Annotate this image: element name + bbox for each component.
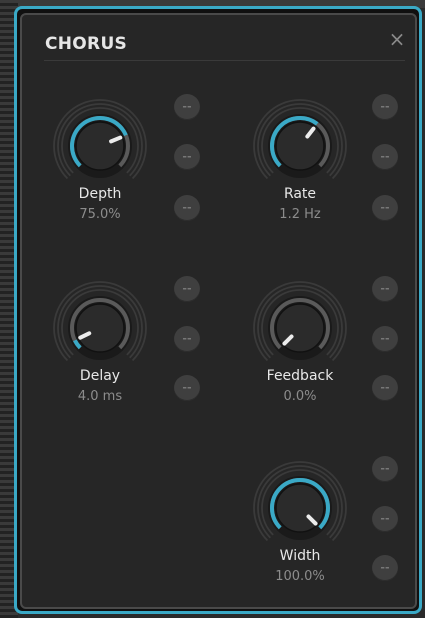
width-knob[interactable] [252,460,348,556]
rate-mod-slot-2[interactable]: -- [372,144,398,170]
width-value: 100.0% [275,569,325,584]
rate-mod-slot-1[interactable]: -- [372,94,398,120]
feedback-knob-graphic [253,281,347,362]
rate-label: Rate [283,186,317,202]
close-icon[interactable]: × [387,27,407,51]
rate-knob[interactable] [252,98,348,194]
width-knob-graphic [253,461,347,542]
width-mod-slot-3[interactable]: -- [372,555,398,581]
width-mod-slot-2[interactable]: -- [372,506,398,532]
title-divider [44,60,405,61]
depth-knob[interactable] [52,98,148,194]
rate-value: 1.2 Hz [279,207,321,222]
width-label: Width [279,548,321,564]
delay-mod-slot-2[interactable]: -- [174,326,200,352]
depth-value: 75.0% [79,207,121,222]
depth-mod-slot-2[interactable]: -- [174,144,200,170]
delay-mod-slot-1[interactable]: -- [174,276,200,302]
depth-mod-slot-3[interactable]: -- [174,195,200,221]
delay-label: Delay [79,368,121,384]
delay-knob-graphic [53,281,147,362]
feedback-mod-slot-3[interactable]: -- [372,375,398,401]
feedback-mod-slot-2[interactable]: -- [372,326,398,352]
depth-label: Depth [78,186,122,202]
feedback-knob[interactable] [252,280,348,376]
delay-mod-slot-3[interactable]: -- [174,375,200,401]
rate-knob-graphic [253,99,347,180]
feedback-mod-slot-1[interactable]: -- [372,276,398,302]
delay-knob[interactable] [52,280,148,376]
delay-value: 4.0 ms [77,389,123,404]
panel-title: CHORUS [45,34,128,54]
feedback-value: 0.0% [283,389,317,404]
depth-mod-slot-1[interactable]: -- [174,94,200,120]
feedback-label: Feedback [266,368,334,384]
rate-mod-slot-3[interactable]: -- [372,195,398,221]
width-mod-slot-1[interactable]: -- [372,456,398,482]
depth-knob-graphic [53,99,147,180]
